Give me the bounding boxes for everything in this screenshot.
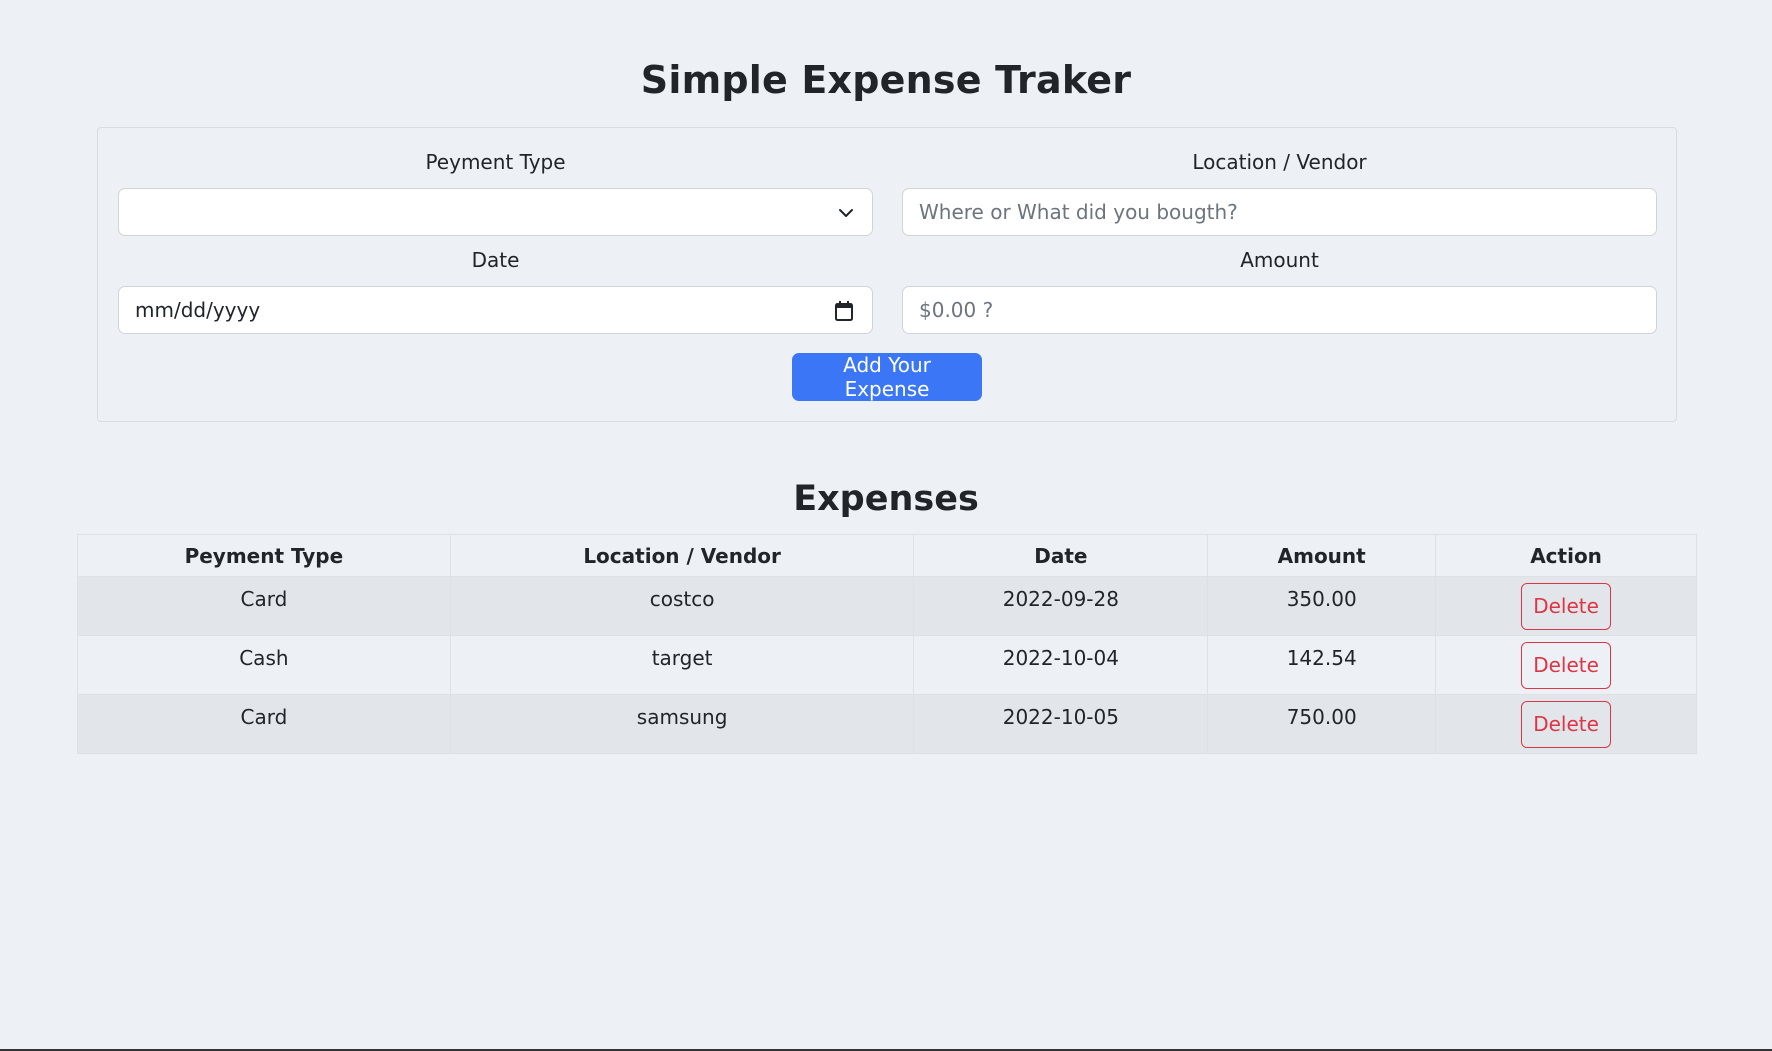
amount-placeholder: $0.00 ? bbox=[919, 298, 994, 322]
cell-vendor: costco bbox=[449, 576, 915, 636]
location-input[interactable]: Where or What did you bougth? bbox=[902, 188, 1657, 236]
add-expense-button[interactable]: Add Your Expense bbox=[792, 353, 982, 401]
expense-tracker-page: Simple Expense Traker Peyment Type Locat… bbox=[0, 0, 1772, 1051]
location-placeholder: Where or What did you bougth? bbox=[919, 200, 1238, 224]
location-label: Location / Vendor bbox=[1192, 150, 1367, 174]
page-title: Simple Expense Traker bbox=[640, 58, 1132, 102]
table-row: Cash target 2022-10-04 142.54 Delete bbox=[77, 635, 1697, 695]
cell-date: 2022-10-04 bbox=[913, 635, 1209, 695]
table-header-row: Peyment Type Location / Vendor Date Amou… bbox=[77, 534, 1697, 577]
cell-vendor: target bbox=[449, 635, 915, 695]
cell-date: 2022-09-28 bbox=[913, 576, 1209, 636]
amount-label: Amount bbox=[1240, 248, 1319, 272]
payment-type-label: Peyment Type bbox=[425, 150, 566, 174]
column-header-payment-type: Peyment Type bbox=[77, 534, 451, 577]
column-header-action: Action bbox=[1435, 534, 1697, 577]
date-label: Date bbox=[471, 248, 520, 272]
expenses-table: Peyment Type Location / Vendor Date Amou… bbox=[77, 534, 1697, 754]
column-header-location: Location / Vendor bbox=[449, 534, 915, 577]
cell-payment-type: Card bbox=[77, 576, 451, 636]
table-row: Card samsung 2022-10-05 750.00 Delete bbox=[77, 694, 1697, 754]
cell-amount: 350.00 bbox=[1207, 576, 1437, 636]
cell-payment-type: Cash bbox=[77, 635, 451, 695]
payment-type-select[interactable] bbox=[118, 188, 873, 236]
amount-input[interactable]: $0.00 ? bbox=[902, 286, 1657, 334]
cell-vendor: samsung bbox=[449, 694, 915, 754]
chevron-down-icon bbox=[839, 209, 853, 217]
cell-action: Delete bbox=[1435, 576, 1697, 636]
delete-button[interactable]: Delete bbox=[1521, 583, 1612, 630]
delete-button[interactable]: Delete bbox=[1521, 642, 1612, 689]
delete-button[interactable]: Delete bbox=[1521, 701, 1612, 748]
column-header-amount: Amount bbox=[1207, 534, 1437, 577]
date-input[interactable]: mm/dd/yyyy bbox=[118, 286, 873, 334]
cell-amount: 142.54 bbox=[1207, 635, 1437, 695]
expenses-title: Expenses bbox=[793, 479, 979, 519]
cell-payment-type: Card bbox=[77, 694, 451, 754]
date-placeholder: mm/dd/yyyy bbox=[135, 298, 261, 322]
calendar-icon[interactable] bbox=[834, 300, 854, 322]
cell-action: Delete bbox=[1435, 635, 1697, 695]
table-row: Card costco 2022-09-28 350.00 Delete bbox=[77, 576, 1697, 636]
column-header-date: Date bbox=[913, 534, 1209, 577]
cell-amount: 750.00 bbox=[1207, 694, 1437, 754]
cell-date: 2022-10-05 bbox=[913, 694, 1209, 754]
cell-action: Delete bbox=[1435, 694, 1697, 754]
